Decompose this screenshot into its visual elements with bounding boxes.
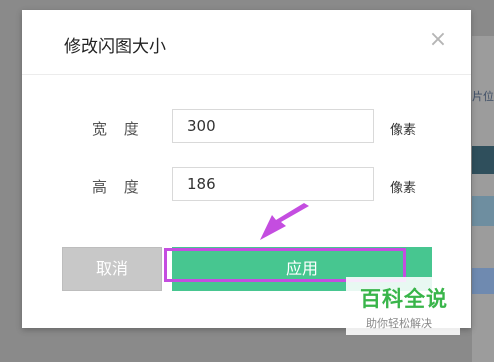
background-image-thumb <box>472 146 494 174</box>
width-input[interactable] <box>172 109 374 143</box>
width-unit: 像素 <box>390 123 417 138</box>
height-unit: 像素 <box>390 181 417 196</box>
cancel-button[interactable]: 取消 <box>62 247 162 291</box>
height-label: 高 度 <box>92 178 145 196</box>
background-text-fragment: 片位 <box>472 90 494 103</box>
close-icon[interactable]: × <box>426 28 450 52</box>
watermark-subtitle: 助你轻松解决 <box>366 317 432 330</box>
dialog-title: 修改闪图大小 <box>64 37 166 57</box>
background-page-fragment: 片位 <box>472 36 494 362</box>
background-image-thumb <box>472 196 494 226</box>
watermark: 百科全说 助你轻松解决 <box>346 277 460 335</box>
watermark-title: 百科全说 <box>360 287 448 311</box>
height-input[interactable] <box>172 167 374 201</box>
width-label: 宽 度 <box>92 120 145 138</box>
dialog-header: 修改闪图大小 × <box>22 10 471 75</box>
background-image-thumb <box>472 268 494 294</box>
